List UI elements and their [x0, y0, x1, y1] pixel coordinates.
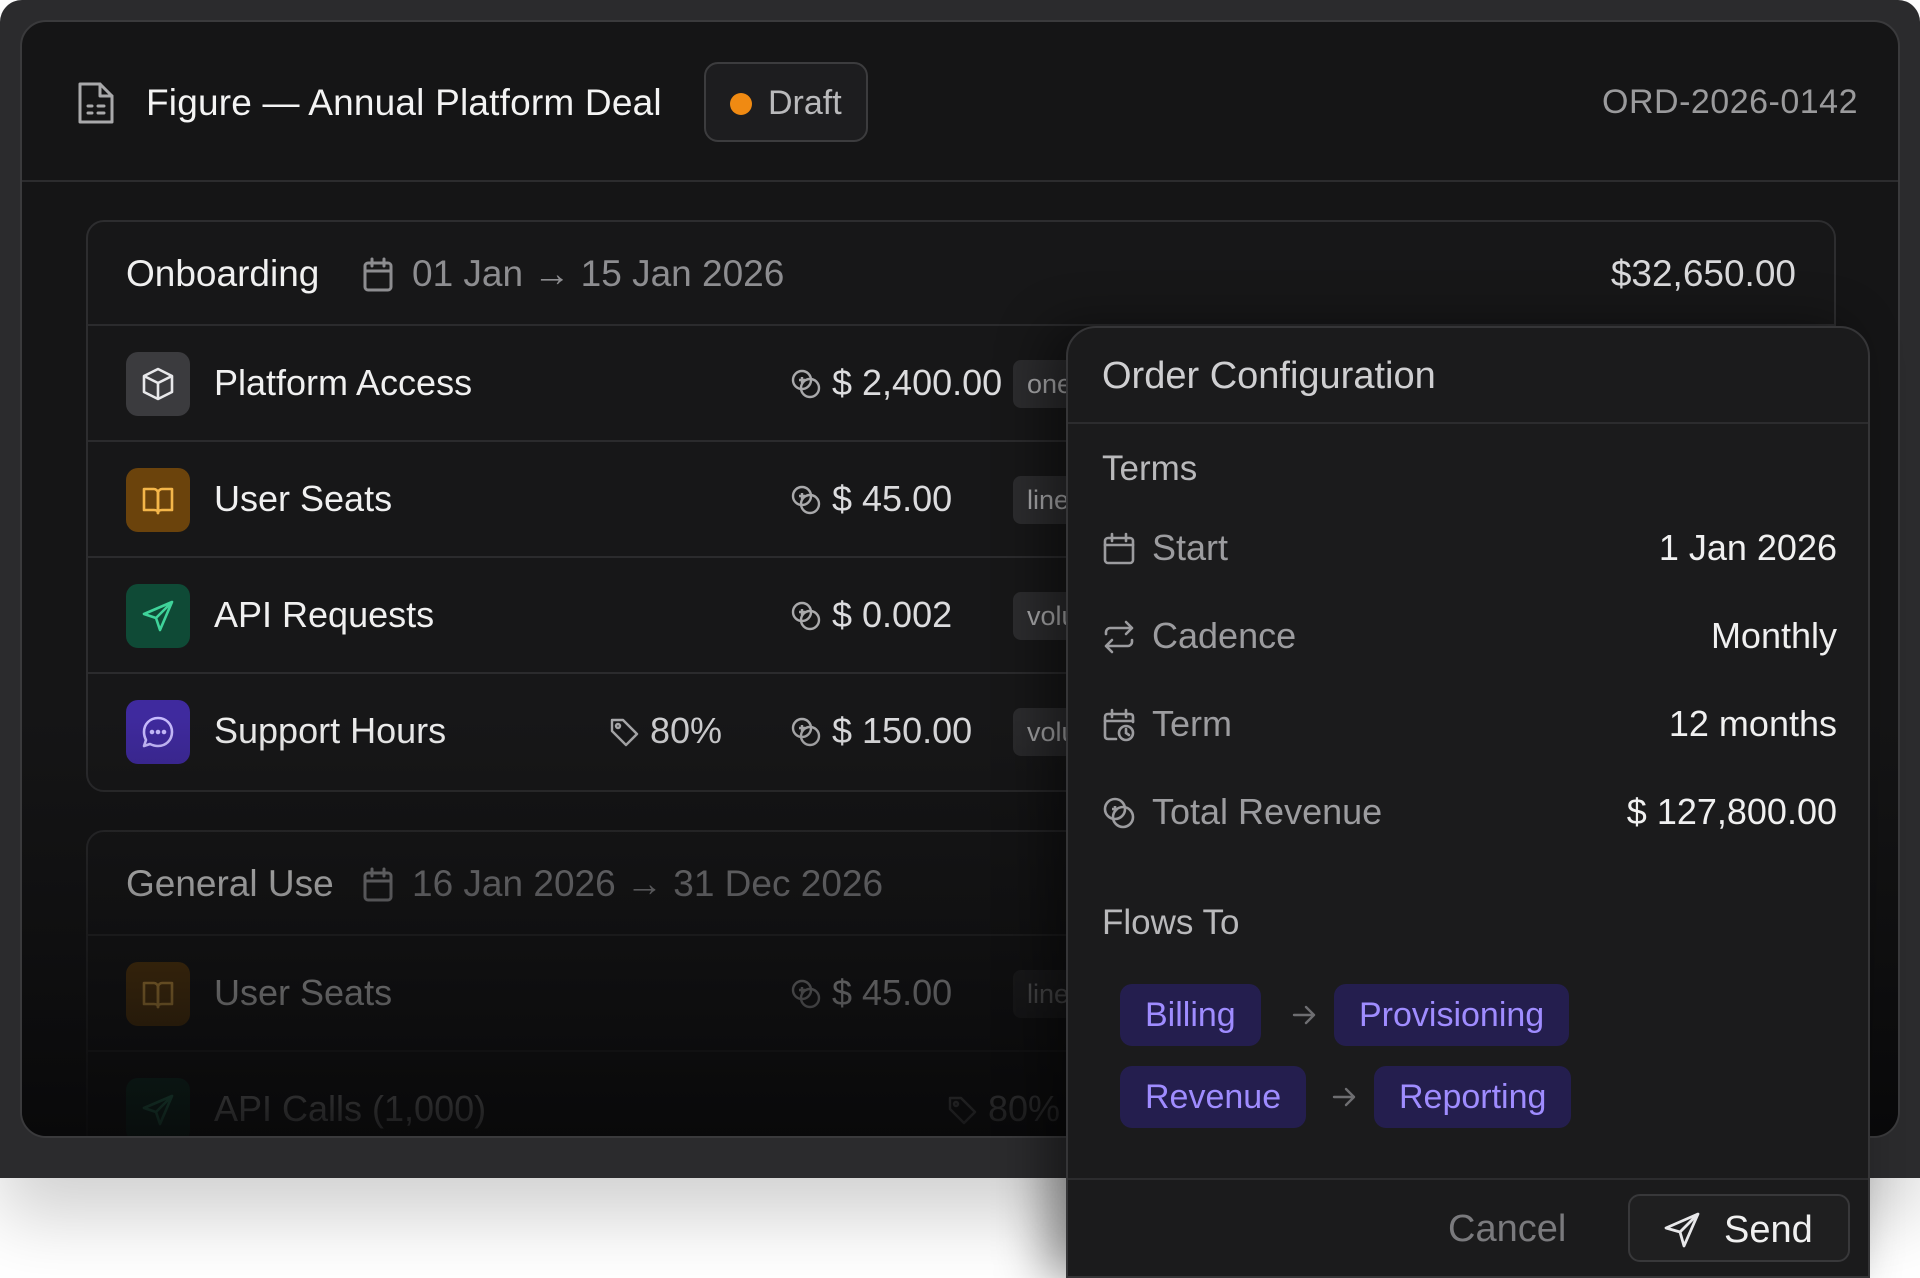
- coins-icon: [791, 601, 821, 631]
- send-icon: [142, 1094, 174, 1126]
- product-icon-tile: [126, 468, 190, 532]
- coins-icon: [791, 369, 821, 399]
- phase-total: $32,650.00: [1610, 253, 1796, 294]
- product-icon-tile: [126, 700, 190, 764]
- product-name: Platform Access: [214, 362, 473, 403]
- unit-price: $ 0.002: [832, 594, 953, 635]
- term-label: Start: [1152, 527, 1229, 568]
- term-value: Monthly: [1710, 615, 1837, 656]
- status-badge[interactable]: Draft: [704, 62, 868, 142]
- product-name: User Seats: [214, 972, 393, 1013]
- flow-tag-reporting[interactable]: Reporting: [1374, 1066, 1572, 1128]
- panel-title: Order Configuration: [1102, 355, 1436, 397]
- term-label: Total Revenue: [1152, 791, 1383, 832]
- book-icon: [142, 487, 174, 515]
- unit-price: $ 2,400.00: [832, 362, 1003, 403]
- phase-title: General Use: [126, 863, 334, 904]
- send-icon: [1664, 1212, 1700, 1248]
- coins-icon: [791, 485, 821, 515]
- calendar-icon: [1103, 532, 1135, 565]
- order-header: Figure — Annual Platform Deal Draft ORD-…: [22, 22, 1898, 182]
- phase-title: Onboarding: [126, 253, 320, 294]
- term-value: 1 Jan 2026: [1658, 527, 1837, 568]
- status-dot: [730, 93, 752, 115]
- tag-icon: [948, 1096, 977, 1125]
- product-name: Support Hours: [214, 710, 447, 751]
- discount-value: 80%: [650, 710, 723, 751]
- product-icon-tile: [126, 584, 190, 648]
- term-value: $ 127,800.00: [1626, 791, 1837, 832]
- order-id: ORD-2026-0142: [1602, 83, 1858, 121]
- term-label: Cadence: [1152, 615, 1297, 656]
- term-row-term[interactable]: Term 12 months: [1102, 700, 1837, 748]
- repeat-icon: [1104, 620, 1134, 654]
- flow-tag-revenue[interactable]: Revenue: [1120, 1066, 1307, 1128]
- discount-value: 80%: [988, 1088, 1061, 1129]
- flow-tag-provisioning[interactable]: Provisioning: [1334, 984, 1570, 1046]
- calendar-icon: [363, 257, 393, 292]
- book-icon: [142, 981, 174, 1009]
- phase-dates: 16 Jan 2026 → 31 Dec 2026: [412, 863, 884, 904]
- box-icon: [142, 367, 174, 401]
- phase-header[interactable]: Onboarding 01 Jan → 15 Jan 2026 $32,650.…: [88, 222, 1834, 326]
- coins-icon: [1103, 797, 1135, 829]
- tag-icon: [610, 718, 639, 747]
- term-row-total-revenue[interactable]: Total Revenue $ 127,800.00: [1102, 788, 1837, 836]
- product-name: User Seats: [214, 478, 393, 519]
- unit-price: $ 45.00: [832, 972, 953, 1013]
- status-label: Draft: [768, 84, 842, 122]
- product-name: API Calls (1,000): [214, 1088, 487, 1129]
- chat-icon: [142, 716, 174, 748]
- term-value: 12 months: [1668, 703, 1837, 744]
- phase-dates: 01 Jan → 15 Jan 2026: [412, 253, 785, 294]
- term-label: Term: [1152, 703, 1232, 744]
- term-row-cadence[interactable]: Cadence Monthly: [1102, 612, 1837, 660]
- product-name: API Requests: [214, 594, 435, 635]
- send-icon: [142, 600, 174, 632]
- unit-price: $ 150.00: [832, 710, 973, 751]
- product-icon-tile: [126, 1078, 190, 1136]
- coins-icon: [791, 717, 821, 747]
- cancel-button[interactable]: Cancel: [1448, 1204, 1566, 1254]
- terms-heading: Terms: [1102, 449, 1198, 488]
- send-label: Send: [1724, 1209, 1813, 1251]
- arrow-right-icon: [1332, 1087, 1356, 1107]
- document-icon: [78, 82, 114, 124]
- send-button[interactable]: Send: [1628, 1194, 1850, 1262]
- order-title: Figure — Annual Platform Deal: [146, 82, 662, 123]
- panel-footer: Cancel Send: [1068, 1178, 1868, 1276]
- coins-icon: [791, 979, 821, 1009]
- term-row-start[interactable]: Start 1 Jan 2026: [1102, 524, 1837, 572]
- flow-tag-billing[interactable]: Billing: [1120, 984, 1261, 1046]
- panel-header: Order Configuration: [1068, 328, 1868, 424]
- calendar-icon: [363, 867, 393, 902]
- product-icon-tile: [126, 962, 190, 1026]
- calendar-clock-icon: [1103, 708, 1135, 742]
- order-configuration-panel: Order Configuration Terms Start 1 Jan 20…: [1066, 326, 1870, 1278]
- flows-heading: Flows To: [1102, 903, 1240, 942]
- product-icon-tile: [126, 352, 190, 416]
- arrow-right-icon: [1292, 1005, 1316, 1025]
- unit-price: $ 45.00: [832, 478, 953, 519]
